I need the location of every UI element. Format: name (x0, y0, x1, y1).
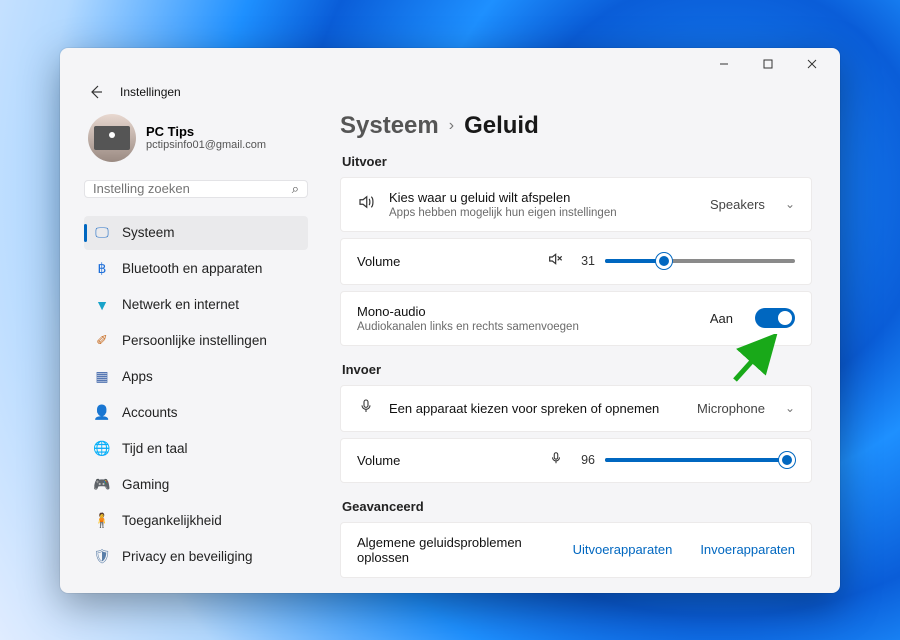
input-volume-value: 96 (573, 453, 595, 467)
nav-label: Privacy en beveiliging (122, 549, 253, 564)
nav-item-apps[interactable]: ▦ Apps (84, 360, 308, 394)
nav-item-system[interactable]: 🖵 Systeem (84, 216, 308, 250)
header: Instellingen (60, 80, 840, 110)
bluetooth-icon: ฿ (94, 261, 110, 277)
speaker-icon (357, 193, 375, 216)
minimize-button[interactable] (702, 50, 746, 78)
nav-label: Netwerk en internet (122, 297, 239, 312)
person-icon: 👤 (94, 405, 110, 421)
profile-email: pctipsinfo01@gmail.com (146, 139, 266, 151)
nav-item-accessibility[interactable]: 🧍 Toegankelijkheid (84, 504, 308, 538)
breadcrumb-current: Geluid (464, 112, 539, 140)
nav-item-network[interactable]: ▼ Netwerk en internet (84, 288, 308, 322)
brush-icon: ✐ (94, 333, 110, 349)
card-title: Algemene geluidsproblemen oplossen (357, 535, 559, 565)
output-volume-card: Volume 31 (340, 238, 812, 285)
section-input-label: Invoer (342, 362, 812, 377)
output-volume-value: 31 (573, 254, 595, 268)
troubleshoot-output-link[interactable]: Uitvoerapparaten (573, 542, 673, 557)
output-device-value: Speakers (710, 197, 765, 212)
gaming-icon: 🎮 (94, 477, 110, 493)
nav-item-bluetooth[interactable]: ฿ Bluetooth en apparaten (84, 252, 308, 286)
nav-item-accounts[interactable]: 👤 Accounts (84, 396, 308, 430)
search-field[interactable] (93, 181, 292, 196)
output-device-card[interactable]: Kies waar u geluid wilt afspelen Apps he… (340, 177, 812, 232)
profile-name: PC Tips (146, 124, 266, 139)
breadcrumb: Systeem › Geluid (340, 112, 812, 140)
mono-audio-toggle[interactable] (755, 308, 795, 328)
search-input[interactable]: ⌕ (84, 180, 308, 198)
input-device-value: Microphone (697, 401, 765, 416)
breadcrumb-parent[interactable]: Systeem (340, 112, 439, 140)
maximize-button[interactable] (746, 50, 790, 78)
wifi-icon: ▼ (94, 297, 110, 313)
card-title: Kies waar u geluid wilt afspelen (389, 190, 696, 205)
titlebar (60, 48, 840, 80)
nav-label: Apps (122, 369, 153, 384)
card-subtitle: Audiokanalen links en rechts samenvoegen (357, 321, 696, 333)
chevron-right-icon: › (449, 117, 454, 135)
card-subtitle: Apps hebben mogelijk hun eigen instellin… (389, 207, 696, 219)
close-button[interactable] (790, 50, 834, 78)
card-title: Een apparaat kiezen voor spreken of opne… (389, 401, 683, 416)
chevron-down-icon: ⌄ (785, 401, 795, 415)
mute-icon[interactable] (547, 251, 563, 272)
input-volume-slider[interactable] (605, 452, 795, 468)
nav-item-gaming[interactable]: 🎮 Gaming (84, 468, 308, 502)
nav-item-windows-update[interactable]: ⟳ Windows Update (84, 576, 308, 585)
nav-item-personalization[interactable]: ✐ Persoonlijke instellingen (84, 324, 308, 358)
output-volume-slider[interactable] (605, 253, 795, 269)
section-output-label: Uitvoer (342, 154, 812, 169)
troubleshoot-input-link[interactable]: Invoerapparaten (700, 542, 795, 557)
chevron-down-icon: ⌄ (785, 197, 795, 211)
window-title: Instellingen (120, 85, 181, 99)
input-device-card[interactable]: Een apparaat kiezen voor spreken of opne… (340, 385, 812, 432)
microphone-icon (357, 398, 375, 419)
nav-label: Persoonlijke instellingen (122, 333, 267, 348)
accessibility-icon: 🧍 (94, 513, 110, 529)
nav-label: Toegankelijkheid (122, 513, 222, 528)
settings-window: Instellingen PC Tips pctipsinfo01@gmail.… (60, 48, 840, 593)
toggle-state-label: Aan (710, 311, 733, 326)
apps-icon: ▦ (94, 369, 110, 385)
card-title: Volume (357, 254, 533, 269)
troubleshoot-card: Algemene geluidsproblemen oplossen Uitvo… (340, 522, 812, 578)
nav-list: 🖵 Systeem ฿ Bluetooth en apparaten ▼ Net… (84, 216, 308, 585)
avatar (88, 114, 136, 162)
mono-audio-card: Mono-audio Audiokanalen links en rechts … (340, 291, 812, 346)
shield-icon: 🛡 (94, 549, 110, 565)
nav-item-privacy[interactable]: 🛡 Privacy en beveiliging (84, 540, 308, 574)
display-icon: 🖵 (94, 225, 110, 241)
nav-label: Gaming (122, 477, 169, 492)
nav-label: Accounts (122, 405, 178, 420)
back-button[interactable] (84, 80, 108, 104)
search-icon: ⌕ (292, 181, 299, 197)
card-title: Volume (357, 453, 535, 468)
globe-icon: 🌐 (94, 441, 110, 457)
nav-item-time-language[interactable]: 🌐 Tijd en taal (84, 432, 308, 466)
nav-label: Bluetooth en apparaten (122, 261, 262, 276)
nav-label: Systeem (122, 225, 175, 240)
nav-label: Tijd en taal (122, 441, 188, 456)
main-content: Systeem › Geluid Uitvoer Kies waar u gel… (314, 110, 832, 585)
microphone-icon[interactable] (549, 451, 563, 470)
account-profile[interactable]: PC Tips pctipsinfo01@gmail.com (84, 110, 308, 180)
sidebar: PC Tips pctipsinfo01@gmail.com ⌕ 🖵 Syste… (68, 110, 314, 585)
section-advanced-label: Geavanceerd (342, 499, 812, 514)
card-title: Mono-audio (357, 304, 696, 319)
input-volume-card: Volume 96 (340, 438, 812, 483)
